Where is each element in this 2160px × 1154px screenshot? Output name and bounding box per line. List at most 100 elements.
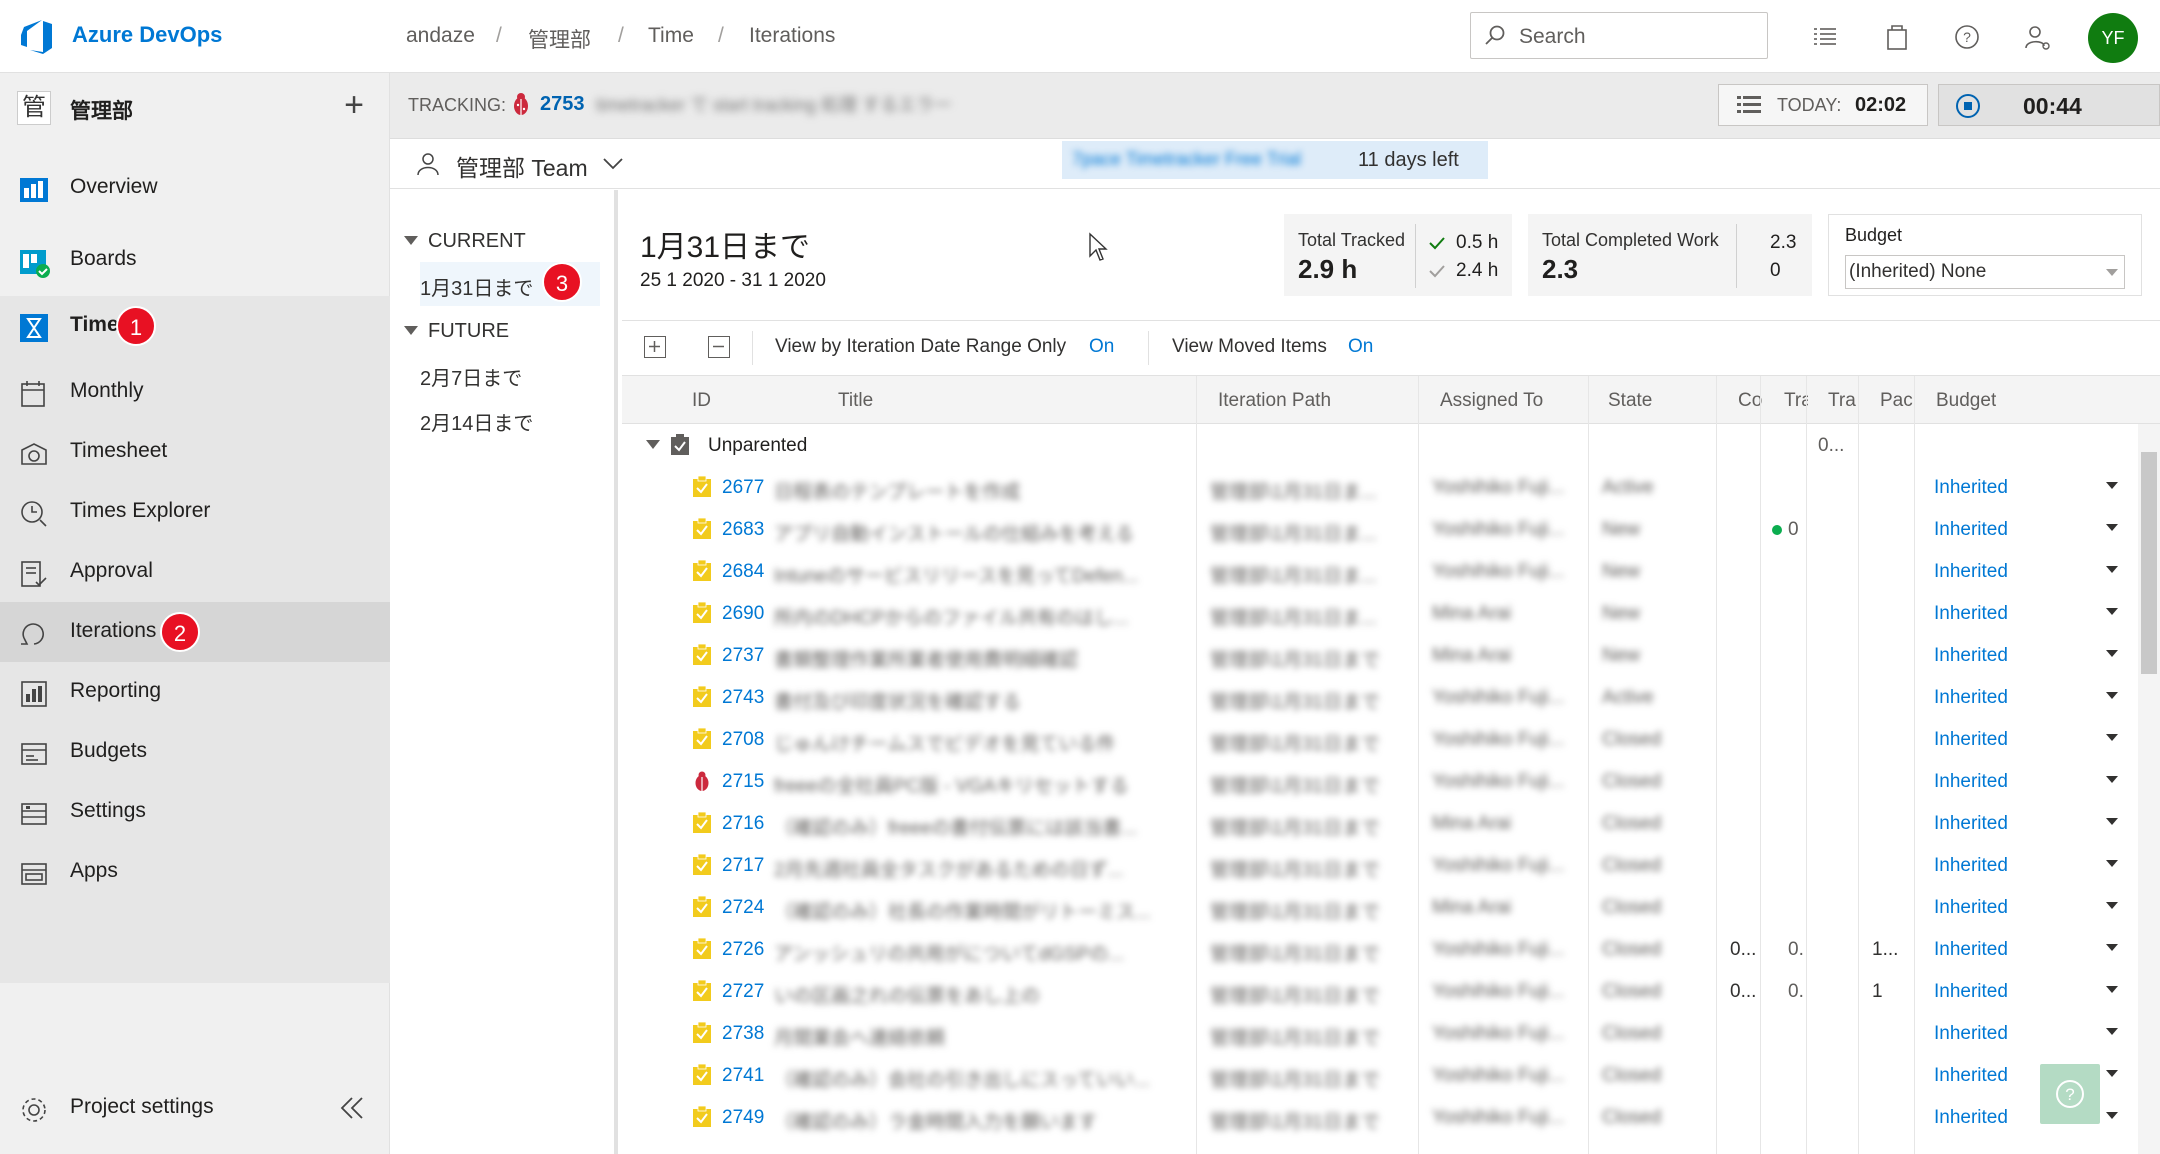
sidebar-item-iterations[interactable]: Iterations 2 xyxy=(0,602,390,662)
sidebar-item-boards[interactable]: Boards xyxy=(0,230,390,290)
budget-dropdown-icon[interactable] xyxy=(2106,818,2118,825)
budget-dropdown-icon[interactable] xyxy=(2106,944,2118,951)
iteration-item[interactable]: 2月14日まで xyxy=(420,407,533,436)
work-item-id[interactable]: 2749 xyxy=(722,1107,764,1129)
budget-dropdown-icon[interactable] xyxy=(2106,734,2118,741)
budget-dropdown-icon[interactable] xyxy=(2106,902,2118,909)
view-moved-toggle[interactable]: On xyxy=(1348,336,1373,358)
column-header-title[interactable]: Title xyxy=(838,390,873,412)
work-item-title[interactable]: Intuneのサービスリリースを見ってDefen... xyxy=(774,561,1184,588)
column-header-budget[interactable]: Budget xyxy=(1936,390,1996,412)
project-settings-link[interactable]: Project settings xyxy=(0,1078,390,1138)
table-row[interactable]: 2708 じゅんけチームスでビデオを見ている件 管理部\1月31日まで Yoshihi… xyxy=(622,718,2132,760)
budget-dropdown-icon[interactable] xyxy=(2106,566,2118,573)
work-item-title[interactable]: 日程表のテンプレートを作成 xyxy=(774,477,1184,504)
sidebar-item-apps[interactable]: Apps xyxy=(0,842,390,902)
chevron-down-icon[interactable] xyxy=(602,157,624,171)
sidebar-item-reporting[interactable]: Reporting xyxy=(0,662,390,722)
budget-cell[interactable]: Inherited xyxy=(1934,687,2008,709)
table-row[interactable]: 2677 日程表のテンプレートを作成 管理部\1月31日ま... Yoshihiko … xyxy=(622,466,2132,508)
add-icon[interactable]: + xyxy=(336,88,372,124)
timer[interactable]: 00:44 xyxy=(1938,84,2160,126)
column-header-tracked[interactable]: Tra xyxy=(1784,390,1808,412)
tracking-work-item-title[interactable]: timetracker で start tracking 処理 するエラー xyxy=(596,91,996,117)
brand-name[interactable]: Azure DevOps xyxy=(72,22,222,48)
work-item-title[interactable]: 書類整理作業所業者使用費明細確認 xyxy=(774,645,1184,672)
budget-dropdown-icon[interactable] xyxy=(2106,986,2118,993)
sidebar-item-overview[interactable]: Overview xyxy=(0,158,390,218)
work-item-title[interactable]: （確認のみ）ラ金時間入力を願います xyxy=(774,1107,1184,1134)
current-iterations-header[interactable]: CURRENT xyxy=(428,230,526,253)
sidebar-item-time[interactable]: Time 1 xyxy=(0,296,390,356)
budget-cell[interactable]: Inherited xyxy=(1934,1065,2008,1087)
sidebar-item-budgets[interactable]: Budgets xyxy=(0,722,390,782)
breadcrumb-project[interactable]: 管理部 xyxy=(528,24,591,54)
work-item-id[interactable]: 2715 xyxy=(722,771,764,793)
budget-cell[interactable]: Inherited xyxy=(1934,855,2008,877)
help-icon[interactable]: ? xyxy=(1952,22,1982,52)
work-item-title[interactable]: じゅんけチームスでビデオを見ている件 xyxy=(774,729,1184,756)
user-settings-icon[interactable] xyxy=(2022,22,2052,52)
work-item-id[interactable]: 2716 xyxy=(722,813,764,835)
breadcrumb-org[interactable]: andaze xyxy=(406,24,475,48)
column-header-state[interactable]: State xyxy=(1608,390,1652,412)
table-row[interactable]: 2737 書類整理作業所業者使用費明細確認 管理部\1月31日まで Mina Arai… xyxy=(622,634,2132,676)
budget-dropdown-icon[interactable] xyxy=(2106,482,2118,489)
work-item-id[interactable]: 2743 xyxy=(722,687,764,709)
work-item-title[interactable]: freeeの全社員PC版 - VGAキリセットする xyxy=(774,771,1184,798)
column-header-assigned-to[interactable]: Assigned To xyxy=(1440,390,1543,412)
work-item-id[interactable]: 2684 xyxy=(722,561,764,583)
work-item-id[interactable]: 2738 xyxy=(722,1023,764,1045)
work-item-title[interactable]: 所内のDHCPからのファイル共有のはし... xyxy=(774,603,1184,630)
budget-cell[interactable]: Inherited xyxy=(1934,519,2008,541)
budget-cell[interactable]: Inherited xyxy=(1934,603,2008,625)
view-range-toggle[interactable]: On xyxy=(1089,336,1114,358)
table-row[interactable]: 2683 アプリ自動インストールの仕組みを考える 管理部\1月31日ま... Yosh… xyxy=(622,508,2132,550)
budget-cell[interactable]: Inherited xyxy=(1934,729,2008,751)
task-list-icon[interactable] xyxy=(1810,22,1840,52)
sidebar-item-settings[interactable]: Settings xyxy=(0,782,390,842)
work-item-title[interactable]: いの区画之れの伝票をあし上の xyxy=(774,981,1184,1008)
budget-cell[interactable]: Inherited xyxy=(1934,897,2008,919)
work-item-id[interactable]: 2724 xyxy=(722,897,764,919)
work-item-title[interactable]: 書付及び印度状況を確認する xyxy=(774,687,1184,714)
project-header[interactable]: 管 管理部 + xyxy=(0,73,390,143)
budget-dropdown-icon[interactable] xyxy=(2106,860,2118,867)
column-header-tracked-2[interactable]: Tra xyxy=(1828,390,1858,412)
marketplace-bag-icon[interactable] xyxy=(1882,22,1912,52)
budget-cell[interactable]: Inherited xyxy=(1934,939,2008,961)
trial-banner[interactable]: 7pace Timetracker Free Trial 11 days lef… xyxy=(1062,141,1488,179)
azure-devops-logo-icon[interactable] xyxy=(18,17,56,55)
caret-down-icon[interactable] xyxy=(404,326,418,336)
table-row[interactable]: 2743 書付及び印度状況を確認する 管理部\1月31日まで Yoshihiko Fu… xyxy=(622,676,2132,718)
sidebar-item-times-explorer[interactable]: Times Explorer xyxy=(0,482,390,542)
budget-dropdown-icon[interactable] xyxy=(2106,608,2118,615)
budget-cell[interactable]: Inherited xyxy=(1934,561,2008,583)
work-item-title[interactable]: （確認のみ）社長の作業時間がリトーミス... xyxy=(774,897,1184,924)
scrollbar-thumb[interactable] xyxy=(2141,452,2157,674)
budget-cell[interactable]: Inherited xyxy=(1934,981,2008,1003)
budget-dropdown-icon[interactable] xyxy=(2106,524,2118,531)
sidebar-item-approval[interactable]: Approval xyxy=(0,542,390,602)
work-item-title[interactable]: アンッシュリの共用がについてdGSPの... xyxy=(774,939,1184,966)
iteration-item-selected[interactable]: 1月31日まで 3 xyxy=(420,262,600,306)
breadcrumb-time[interactable]: Time xyxy=(648,24,694,48)
expand-all-icon[interactable] xyxy=(644,336,666,358)
budget-dropdown-icon[interactable] xyxy=(2106,1070,2118,1077)
table-row[interactable]: 2727 いの区画之れの伝票をあし上の 管理部\1月31日まで Yoshihiko F… xyxy=(622,970,2132,1012)
budget-cell[interactable]: Inherited xyxy=(1934,771,2008,793)
table-row[interactable]: 2724 （確認のみ）社長の作業時間がリトーミス... 管理部\1月31日まで Min… xyxy=(622,886,2132,928)
caret-down-icon[interactable] xyxy=(404,236,418,246)
work-item-title[interactable]: （確認のみ）会社の引き出しにスっていい... xyxy=(774,1065,1184,1092)
budget-cell[interactable]: Inherited xyxy=(1934,645,2008,667)
table-row[interactable]: 2726 アンッシュリの共用がについてdGSPの... 管理部\1月31日まで Yos… xyxy=(622,928,2132,970)
column-header-pace[interactable]: Pac xyxy=(1880,390,1914,412)
budget-cell[interactable]: Inherited xyxy=(1934,1023,2008,1045)
budget-select[interactable]: (Inherited) None xyxy=(1845,255,2125,289)
floating-help-button[interactable]: ? xyxy=(2040,1064,2100,1124)
budget-cell[interactable]: Inherited xyxy=(1934,813,2008,835)
sidebar-item-monthly[interactable]: Monthly xyxy=(0,362,390,422)
caret-down-icon[interactable] xyxy=(646,440,660,450)
work-item-id[interactable]: 2726 xyxy=(722,939,764,961)
column-header-iteration-path[interactable]: Iteration Path xyxy=(1218,390,1331,412)
